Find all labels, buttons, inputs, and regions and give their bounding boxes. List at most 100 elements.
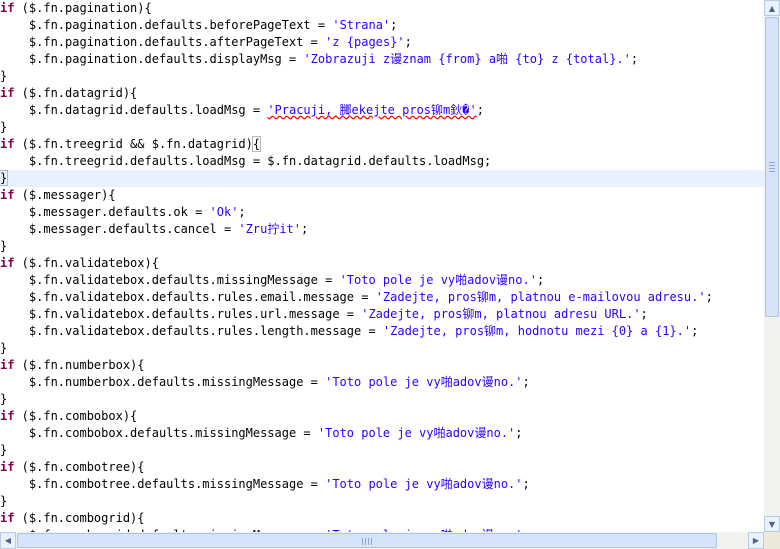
code-line[interactable]: if ($.fn.combobox){ [0,408,764,425]
scroll-down-button[interactable]: ▼ [764,516,780,532]
code-line[interactable]: if ($.fn.pagination){ [0,0,764,17]
string-token: 'Strana' [332,18,391,32]
code-token: $.fn.treegrid.defaults.loadMsg = $.fn.da… [0,154,492,168]
vertical-scrollbar[interactable]: ▲ ▼ [764,0,780,532]
code-line[interactable]: if ($.fn.datagrid){ [0,85,764,102]
code-token: ($.fn.datagrid){ [14,86,138,100]
code-token: $.fn.pagination.defaults.displayMsg = [0,52,304,66]
code-line[interactable]: $.fn.numberbox.defaults.missingMessage =… [0,374,764,391]
code-token: $.messager.defaults.ok = [0,205,210,219]
code-token: ; [515,426,523,440]
code-token: ($.fn.numberbox){ [14,358,145,372]
code-line[interactable]: } [0,119,764,136]
code-token: $.fn.combobox.defaults.missingMessage = [0,426,318,440]
code-editor[interactable]: if ($.fn.pagination){ $.fn.pagination.de… [0,0,764,532]
code-line[interactable]: $.fn.datagrid.defaults.loadMsg = 'Pracuj… [0,102,764,119]
code-token: $.fn.datagrid.defaults.loadMsg = [0,103,268,117]
keyword-token: if [0,460,15,474]
string-token: 'Pracuji, 膷ekejte pros铆m鈥�' [267,103,477,117]
code-line[interactable]: $.fn.validatebox.defaults.rules.email.me… [0,289,764,306]
thumb-grip-line [365,538,366,545]
arrow-down-icon: ▼ [768,519,776,529]
thumb-grip-line [371,538,372,545]
code-token: ; [705,290,713,304]
code-token: ; [476,103,484,117]
arrow-right-icon: ▶ [752,536,760,545]
code-token: $.fn.combotree.defaults.missingMessage = [0,477,326,491]
keyword-token: if [0,86,15,100]
code-line[interactable]: if ($.fn.numberbox){ [0,357,764,374]
string-token: 'Zadejte, pros铆m, platnou adresu URL.' [361,307,641,321]
code-token: ($.fn.pagination){ [14,1,152,15]
code-line[interactable]: } [0,391,764,408]
code-token: { [251,136,262,152]
code-line[interactable]: if ($.fn.validatebox){ [0,255,764,272]
string-token: 'Toto pole je vy啪adov谩no.' [339,273,537,287]
code-token: ; [640,307,648,321]
arrow-left-icon: ◀ [4,536,12,545]
code-token: } [0,392,8,406]
code-token: $.messager.defaults.cancel = [0,222,239,236]
thumb-grip-line [769,162,775,163]
code-line[interactable]: $.fn.pagination.defaults.beforePageText … [0,17,764,34]
code-line[interactable]: } [0,68,764,85]
scrollbar-corner [764,532,780,549]
code-token: } [0,341,8,355]
keyword-token: if [0,511,15,525]
keyword-token: if [0,358,15,372]
code-line[interactable]: $.fn.validatebox.defaults.rules.url.mess… [0,306,764,323]
code-token: $.fn.validatebox.defaults.rules.length.m… [0,324,383,338]
code-token: ($.fn.validatebox){ [14,256,159,270]
code-token: ; [522,477,530,491]
code-line[interactable]: } [0,170,764,187]
scroll-left-button[interactable]: ◀ [0,532,16,549]
code-line[interactable]: } [0,340,764,357]
thumb-grip-line [368,538,369,545]
scroll-up-button[interactable]: ▲ [764,0,780,16]
code-line[interactable]: $.messager.defaults.cancel = 'Zru拧it'; [0,221,764,238]
code-token: ; [301,222,309,236]
code-token: ; [390,18,398,32]
code-line[interactable]: if ($.fn.treegrid && $.fn.datagrid){ [0,136,764,153]
code-line[interactable]: } [0,238,764,255]
keyword-token: if [0,256,15,270]
code-line[interactable]: $.fn.validatebox.defaults.rules.length.m… [0,323,764,340]
code-token: ($.fn.combotree){ [14,460,145,474]
code-line[interactable]: $.fn.combotree.defaults.missingMessage =… [0,476,764,493]
code-line[interactable]: $.fn.pagination.defaults.afterPageText =… [0,34,764,51]
code-token: $.fn.pagination.defaults.beforePageText … [0,18,333,32]
keyword-token: if [0,188,15,202]
code-line[interactable]: $.messager.defaults.ok = 'Ok'; [0,204,764,221]
keyword-token: if [0,409,15,423]
code-token: ; [630,52,639,66]
thumb-grip-line [769,171,775,172]
string-token: 'Ok' [209,205,239,219]
vertical-scroll-thumb[interactable] [765,17,779,317]
code-token: } [0,69,8,83]
code-line[interactable]: if ($.fn.combogrid){ [0,510,764,527]
code-token: ; [238,205,246,219]
keyword-token: if [0,1,15,15]
string-token: 'Toto pole je vy啪adov谩no.' [325,375,523,389]
string-token: 'Zadejte, pros铆m, platnou e-mailovou adr… [375,290,706,304]
code-line[interactable]: if ($.messager){ [0,187,764,204]
horizontal-scrollbar[interactable]: ◀ ▶ [0,532,764,549]
code-line[interactable]: } [0,493,764,510]
code-line[interactable]: $.fn.combobox.defaults.missingMessage = … [0,425,764,442]
horizontal-scroll-thumb[interactable] [17,533,717,548]
string-token: 'Toto pole je vy啪adov谩no.' [317,426,516,440]
code-line[interactable]: if ($.fn.combotree){ [0,459,764,476]
code-token: $.fn.validatebox.defaults.rules.email.me… [0,290,376,304]
scroll-right-button[interactable]: ▶ [748,532,764,549]
code-token: } [0,170,9,186]
code-line[interactable]: $.fn.treegrid.defaults.loadMsg = $.fn.da… [0,153,764,170]
keyword-token: if [0,137,15,151]
code-line[interactable]: } [0,442,764,459]
code-token: ($.fn.treegrid && $.fn.datagrid) [14,137,253,151]
code-token: } [0,443,8,457]
code-line[interactable]: $.fn.pagination.defaults.displayMsg = 'Z… [0,51,764,68]
thumb-grip-line [769,168,775,169]
code-line[interactable]: $.fn.validatebox.defaults.missingMessage… [0,272,764,289]
code-token: ; [536,273,545,287]
code-token: } [0,239,8,253]
